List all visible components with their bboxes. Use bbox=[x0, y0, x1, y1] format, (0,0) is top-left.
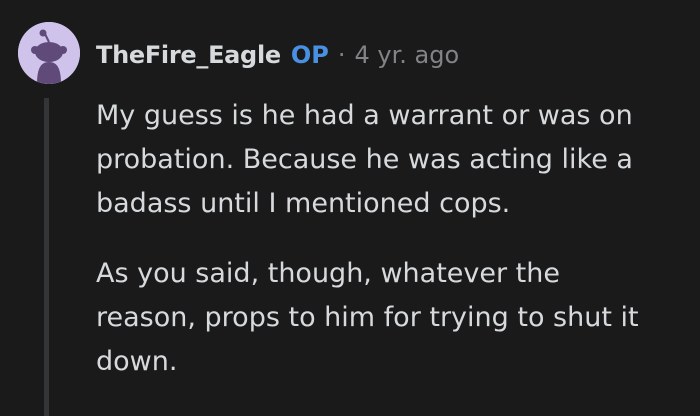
avatar[interactable] bbox=[18, 22, 80, 84]
reddit-snoo-avatar-icon bbox=[18, 22, 80, 84]
comment-body: My guess is he had a warrant or was on p… bbox=[96, 94, 686, 384]
comment-paragraph: My guess is he had a warrant or was on p… bbox=[96, 100, 633, 219]
author-username[interactable]: TheFire_Eagle bbox=[96, 41, 281, 69]
meta-separator: · bbox=[337, 41, 346, 69]
comment-timestamp[interactable]: 4 yr. ago bbox=[354, 41, 459, 69]
comment-header: TheFire_Eagle OP · 4 yr. ago bbox=[96, 38, 459, 72]
op-badge: OP bbox=[290, 41, 329, 69]
comment-paragraph: As you said, though, whatever the reason… bbox=[96, 258, 639, 377]
thread-collapse-line[interactable] bbox=[44, 98, 49, 416]
comment: TheFire_Eagle OP · 4 yr. ago My guess is… bbox=[0, 0, 700, 416]
